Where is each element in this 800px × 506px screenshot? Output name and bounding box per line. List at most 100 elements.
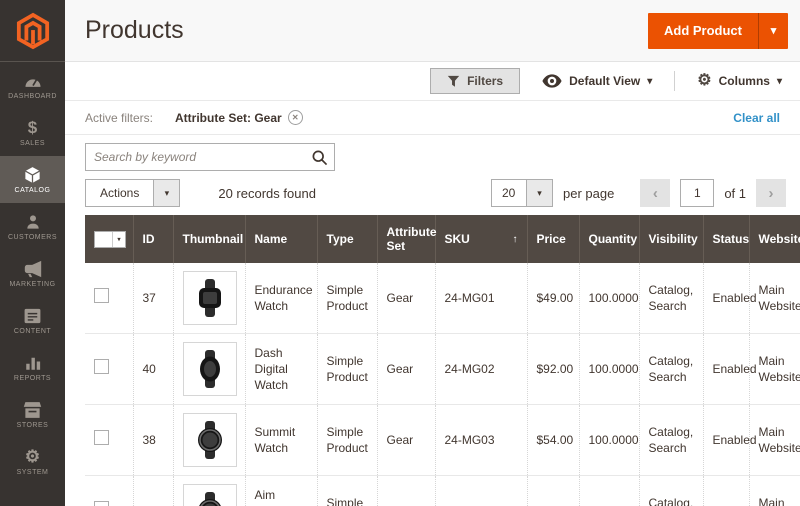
cell-name: Dash Digital Watch <box>245 334 317 405</box>
column-header-price[interactable]: Price <box>527 215 579 263</box>
pagination: 20 ▾ per page ‹ of 1 › <box>491 179 786 207</box>
cell-status: Enabled <box>703 334 749 405</box>
page-number-input[interactable] <box>680 179 714 207</box>
cell-type: Simple Product <box>317 476 377 506</box>
row-checkbox[interactable] <box>94 501 109 506</box>
gear-icon: ⚙ <box>697 73 711 89</box>
reports-icon <box>24 353 42 373</box>
sidebar-item-dashboard[interactable]: DASHBOARD <box>0 62 65 109</box>
table-row[interactable]: 37Endurance WatchSimple ProductGear24-MG… <box>85 263 800 334</box>
sidebar-item-reports[interactable]: REPORTS <box>0 344 65 391</box>
cell-sku: 24-MG01 <box>435 263 527 334</box>
sidebar-item-customers[interactable]: CUSTOMERS <box>0 203 65 250</box>
cell-websites: Main Website <box>749 405 800 476</box>
sidebar-item-label: CUSTOMERS <box>8 234 57 241</box>
cell-name: Summit Watch <box>245 405 317 476</box>
search-button[interactable] <box>304 149 334 166</box>
column-header-label: Type <box>327 232 354 246</box>
clear-all-link[interactable]: Clear all <box>733 111 780 125</box>
columns-selector[interactable]: ⚙ Columns ▾ <box>693 73 786 89</box>
chevron-down-icon: ▾ <box>771 24 777 37</box>
row-checkbox[interactable] <box>94 288 109 303</box>
keyword-search-box <box>85 143 335 171</box>
sidebar-item-system[interactable]: ⚙ SYSTEM <box>0 438 65 485</box>
columns-label: Columns <box>719 74 770 88</box>
column-header-label: Visibility <box>649 232 698 246</box>
select-all-checkbox[interactable] <box>95 232 112 247</box>
column-header-label: Price <box>537 232 566 246</box>
column-header-status[interactable]: Status <box>703 215 749 263</box>
column-header-sku[interactable]: SKU↑ <box>435 215 527 263</box>
sidebar-item-label: DASHBOARD <box>8 93 57 100</box>
cell-attribute_set: Gear <box>377 334 435 405</box>
grid-toolbar: Filters Default View ▾ ⚙ Columns ▾ <box>65 62 800 100</box>
customers-icon <box>25 212 41 232</box>
column-header-quantity[interactable]: Quantity <box>579 215 639 263</box>
cell-attribute_set: Gear <box>377 405 435 476</box>
search-input[interactable] <box>86 150 304 164</box>
dashboard-icon <box>23 71 43 91</box>
sidebar-item-label: CATALOG <box>15 187 51 194</box>
column-header-websites[interactable]: Websites <box>749 215 800 263</box>
cell-attribute_set: Gear <box>377 476 435 506</box>
page-total-label: of 1 <box>724 186 746 201</box>
cell-price: $49.00 <box>527 263 579 334</box>
select-all-header[interactable]: ▾ <box>85 215 133 263</box>
cell-sku: 24-MG04 <box>435 476 527 506</box>
cell-status: Enabled <box>703 263 749 334</box>
previous-page-button[interactable]: ‹ <box>640 179 670 207</box>
cell-attribute_set: Gear <box>377 263 435 334</box>
column-header-label: Attribute Set <box>387 225 437 253</box>
table-row[interactable]: 38Summit WatchSimple ProductGear24-MG03$… <box>85 405 800 476</box>
per-page-select[interactable]: 20 ▾ <box>491 179 553 207</box>
column-header-name[interactable]: Name <box>245 215 317 263</box>
next-page-button[interactable]: › <box>756 179 786 207</box>
cell-id: 38 <box>133 405 173 476</box>
chevron-down-icon: ▾ <box>112 232 125 247</box>
table-row[interactable]: 40Dash Digital WatchSimple ProductGear24… <box>85 334 800 405</box>
add-product-button[interactable]: Add Product ▾ <box>648 13 788 49</box>
sidebar-item-catalog[interactable]: CATALOG <box>0 156 65 203</box>
cell-type: Simple Product <box>317 263 377 334</box>
table-row[interactable]: 36Aim Analog WatchSimple ProductGear24-M… <box>85 476 800 506</box>
sidebar-item-stores[interactable]: STORES <box>0 391 65 438</box>
filters-button[interactable]: Filters <box>430 68 520 94</box>
row-checkbox[interactable] <box>94 359 109 374</box>
chevron-down-icon: ▾ <box>777 76 782 87</box>
magento-logo[interactable] <box>0 0 65 62</box>
sidebar-item-content[interactable]: CONTENT <box>0 297 65 344</box>
sales-icon: $ <box>28 118 37 138</box>
active-filters-bar: Active filters: Attribute Set: Gear ✕ Cl… <box>65 100 800 135</box>
cell-visibility: Catalog, Search <box>639 334 703 405</box>
row-checkbox[interactable] <box>94 430 109 445</box>
add-product-dropdown-toggle[interactable]: ▾ <box>758 13 788 49</box>
table-head: ▾ IDThumbnailName Type Attribute SetSKU↑ Pri… <box>85 215 800 263</box>
per-page-label: per page <box>563 186 614 201</box>
actions-select[interactable]: Actions ▾ <box>85 179 180 207</box>
sidebar-item-label: STORES <box>17 422 49 429</box>
select-all-dropdown[interactable]: ▾ <box>94 231 126 248</box>
column-header-type[interactable]: Type <box>317 215 377 263</box>
summit-watch-image <box>183 413 237 467</box>
column-header-attribute_set[interactable]: Attribute Set <box>377 215 435 263</box>
remove-filter-icon[interactable]: ✕ <box>288 110 303 125</box>
endurance-watch-image <box>183 271 237 325</box>
column-header-visibility[interactable]: Visibility <box>639 215 703 263</box>
content-icon <box>23 306 42 326</box>
cell-select <box>85 263 133 334</box>
column-header-id[interactable]: ID <box>133 215 173 263</box>
cell-visibility: Catalog, Search <box>639 263 703 334</box>
search-row <box>65 135 800 173</box>
default-view-selector[interactable]: Default View ▾ <box>538 74 656 88</box>
records-count: 20 records found <box>218 186 316 201</box>
grid-controls: Actions ▾ 20 records found 20 ▾ per page… <box>65 173 800 215</box>
filters-label: Filters <box>467 74 503 88</box>
sidebar-item-sales[interactable]: $ SALES <box>0 109 65 156</box>
sidebar-item-label: SYSTEM <box>17 469 49 476</box>
filter-funnel-icon <box>447 75 460 88</box>
toolbar-divider <box>674 71 675 91</box>
page-title: Products <box>85 16 184 45</box>
sidebar-item-marketing[interactable]: MARKETING <box>0 250 65 297</box>
column-header-thumbnail[interactable]: Thumbnail <box>173 215 245 263</box>
cell-thumbnail <box>173 334 245 405</box>
